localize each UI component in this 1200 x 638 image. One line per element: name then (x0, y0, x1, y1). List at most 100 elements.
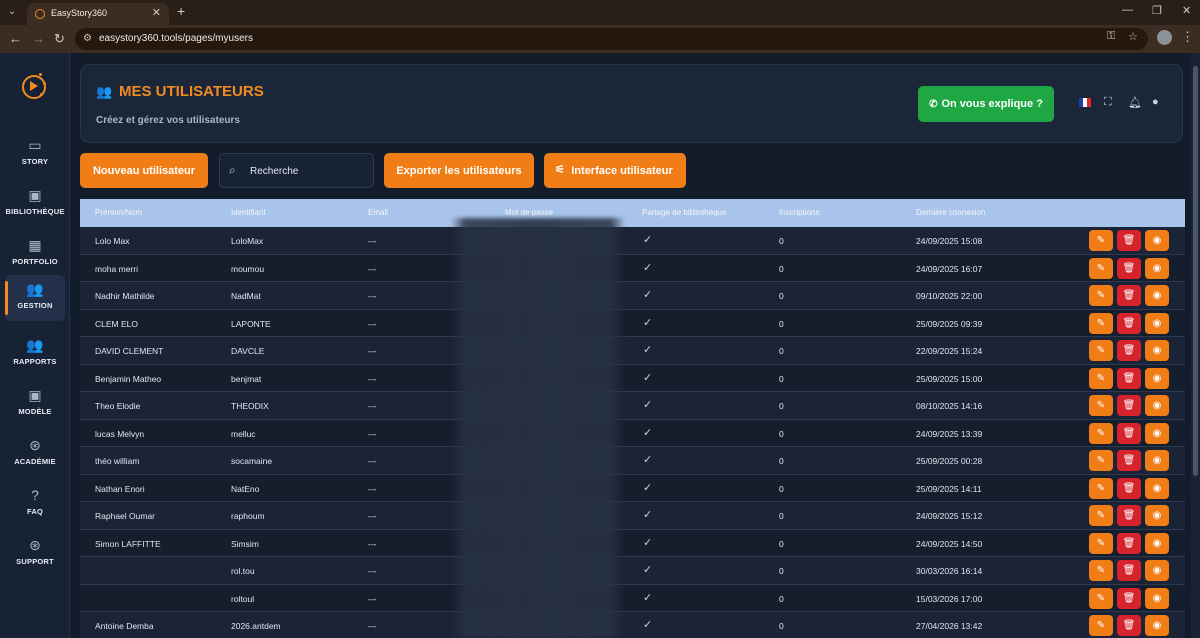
url-field[interactable]: ⚙ easystory360.tools/pages/myusers (75, 28, 1148, 50)
delete-button[interactable]: 🗑︎ (1117, 505, 1141, 526)
edit-button[interactable]: ✎ (1089, 367, 1113, 389)
column-header[interactable]: Partage de bibliothèque (642, 208, 727, 217)
sidebar-item-bibliotheque[interactable]: ▣ BIBLIOTHÈQUE (0, 181, 70, 227)
export-users-button[interactable]: Exporter les utilisateurs (384, 153, 534, 188)
table-row[interactable]: DAVID CLEMENT DAVCLE --- ✓ 0 22/09/2025 … (80, 337, 1185, 365)
view-button[interactable]: ◉ (1145, 477, 1169, 499)
profile-avatar[interactable] (1157, 30, 1172, 45)
view-button[interactable]: ◉ (1145, 340, 1169, 361)
reload-icon[interactable]: ↻ (54, 31, 65, 47)
sidebar-item-portfolio[interactable]: ▦ PORTFOLIO (0, 231, 70, 277)
column-header[interactable]: Dernière connexion (916, 208, 985, 217)
table-row[interactable]: théo william socamaine --- ✓ 0 25/09/202… (80, 447, 1185, 475)
view-button[interactable]: ◉ (1145, 615, 1169, 636)
edit-button[interactable]: ✎ (1089, 560, 1113, 581)
view-button[interactable]: ◉ (1145, 230, 1169, 251)
edit-button[interactable]: ✎ (1089, 285, 1113, 306)
restore-icon[interactable]: ❐ (1152, 4, 1162, 17)
search-input[interactable] (250, 162, 365, 180)
new-tab-icon[interactable]: + (177, 3, 185, 19)
edit-button[interactable]: ✎ (1089, 615, 1113, 636)
table-row[interactable]: Benjamin Matheo benjmat --- ✓ 0 25/09/20… (80, 364, 1185, 392)
view-button[interactable]: ◉ (1145, 285, 1169, 306)
delete-button[interactable]: 🗑︎ (1117, 257, 1141, 279)
sidebar-item-academie[interactable]: ⊛ ACADÉMIE (0, 431, 70, 477)
table-row[interactable]: lucas Melvyn melluc --- ✓ 0 24/09/2025 1… (80, 419, 1185, 447)
table-row[interactable]: Nathan Enori NatEno --- ✓ 0 25/09/2025 1… (80, 474, 1185, 502)
table-row[interactable]: moha merri moumou --- ✓ 0 24/09/2025 16:… (80, 254, 1185, 282)
edit-button[interactable]: ✎ (1089, 505, 1113, 526)
delete-button[interactable]: 🗑︎ (1117, 615, 1141, 636)
close-tab-icon[interactable]: ✕ (152, 6, 161, 19)
edit-button[interactable]: ✎ (1089, 257, 1113, 279)
close-window-icon[interactable]: ✕ (1182, 4, 1191, 17)
fullscreen-icon[interactable]: ⛶ (1104, 96, 1112, 109)
edit-button[interactable]: ✎ (1089, 422, 1113, 444)
sidebar-item-modele[interactable]: ▣ MODÈLE (0, 381, 70, 427)
delete-button[interactable]: 🗑︎ (1117, 560, 1141, 581)
browser-tab[interactable]: EasyStory360 ✕ (27, 3, 169, 25)
view-button[interactable]: ◉ (1145, 505, 1169, 526)
view-button[interactable]: ◉ (1145, 560, 1169, 581)
user-interface-button[interactable]: ⚟ Interface utilisateur (544, 153, 686, 188)
delete-button[interactable]: 🗑︎ (1117, 340, 1141, 361)
edit-button[interactable]: ✎ (1089, 587, 1113, 609)
bell-icon[interactable]: 🔔︎ (1128, 96, 1142, 109)
edit-button[interactable]: ✎ (1089, 230, 1113, 251)
view-button[interactable]: ◉ (1145, 532, 1169, 554)
french-flag-icon[interactable] (1079, 98, 1091, 107)
password-key-icon[interactable]: ⚿ (1107, 30, 1115, 43)
sidebar-item-gestion[interactable]: 👥 GESTION (5, 275, 65, 321)
forward-icon[interactable]: → (32, 31, 45, 46)
view-button[interactable]: ◉ (1145, 450, 1169, 471)
delete-button[interactable]: 🗑︎ (1117, 422, 1141, 444)
edit-button[interactable]: ✎ (1089, 340, 1113, 361)
sidebar-item-faq[interactable]: ? FAQ (0, 481, 70, 527)
delete-button[interactable]: 🗑︎ (1117, 230, 1141, 251)
table-row[interactable]: Nadhir Mathilde NadMat --- ✓ 0 09/10/202… (80, 282, 1185, 310)
table-row[interactable]: Lolo Max LoloMax --- ✓ 0 24/09/2025 15:0… (80, 227, 1185, 255)
edit-button[interactable]: ✎ (1089, 395, 1113, 416)
new-user-button[interactable]: Nouveau utilisateur (80, 153, 208, 188)
delete-button[interactable]: 🗑︎ (1117, 477, 1141, 499)
tab-search-icon[interactable]: ⌄ (4, 4, 20, 20)
delete-button[interactable]: 🗑︎ (1117, 312, 1141, 334)
bookmark-star-icon[interactable]: ☆ (1128, 30, 1138, 43)
minimize-icon[interactable]: — (1122, 4, 1133, 16)
edit-button[interactable]: ✎ (1089, 477, 1113, 499)
edit-button[interactable]: ✎ (1089, 450, 1113, 471)
column-header[interactable]: Identifiant (231, 208, 266, 217)
view-button[interactable]: ◉ (1145, 257, 1169, 279)
sidebar-item-story[interactable]: ▭ STORY (0, 131, 70, 177)
sidebar-item-support[interactable]: ⊛ SUPPORT (0, 531, 70, 577)
table-row[interactable]: Raphael Oumar raphoum --- ✓ 0 24/09/2025… (80, 502, 1185, 530)
view-button[interactable]: ◉ (1145, 395, 1169, 416)
view-button[interactable]: ◉ (1145, 312, 1169, 334)
table-row[interactable]: CLEM ELO LAPONTE --- ✓ 0 25/09/2025 09:3… (80, 309, 1185, 337)
delete-button[interactable]: 🗑︎ (1117, 395, 1141, 416)
table-row[interactable]: roltoul --- ✓ 0 15/03/2026 17:00 ✎ 🗑︎ ◉ (80, 584, 1185, 612)
view-button[interactable]: ◉ (1145, 587, 1169, 609)
account-icon[interactable]: ● (1152, 96, 1159, 108)
sidebar-item-rapports[interactable]: 👥 RAPPORTS (0, 331, 70, 377)
table-row[interactable]: Antoine Demba 2026.antdem --- ✓ 0 27/04/… (80, 612, 1185, 638)
delete-button[interactable]: 🗑︎ (1117, 367, 1141, 389)
delete-button[interactable]: 🗑︎ (1117, 450, 1141, 471)
delete-button[interactable]: 🗑︎ (1117, 532, 1141, 554)
table-row[interactable]: Simon LAFFITTE Simsim --- ✓ 0 24/09/2025… (80, 529, 1185, 557)
delete-button[interactable]: 🗑︎ (1117, 285, 1141, 306)
table-row[interactable]: rol.tou --- ✓ 0 30/03/2026 16:14 ✎ 🗑︎ ◉ (80, 557, 1185, 585)
edit-button[interactable]: ✎ (1089, 312, 1113, 334)
delete-button[interactable]: 🗑︎ (1117, 587, 1141, 609)
view-button[interactable]: ◉ (1145, 422, 1169, 444)
column-header[interactable]: Inscriptions (779, 208, 819, 217)
view-button[interactable]: ◉ (1145, 367, 1169, 389)
column-header[interactable]: Email (368, 208, 388, 217)
site-info-icon[interactable]: ⚙ (83, 33, 92, 44)
column-header[interactable]: Mot de passe (505, 208, 553, 217)
scrollbar-thumb[interactable] (1193, 66, 1198, 476)
table-row[interactable]: Theo Elodie THEODIX --- ✓ 0 08/10/2025 1… (80, 392, 1185, 420)
help-button[interactable]: ✆ On vous explique ? (918, 86, 1054, 122)
back-icon[interactable]: ← (9, 31, 22, 46)
edit-button[interactable]: ✎ (1089, 532, 1113, 554)
